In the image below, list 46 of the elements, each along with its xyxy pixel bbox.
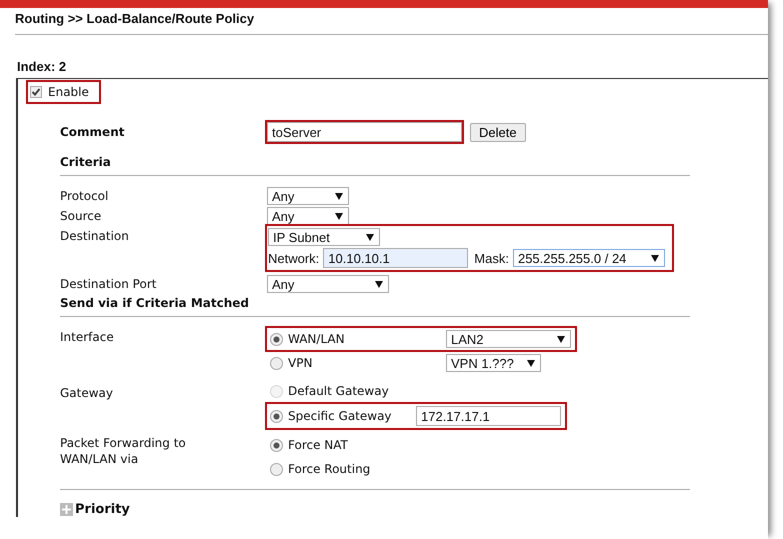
radio-button[interactable]	[270, 332, 283, 346]
field-label: Interface	[60, 329, 115, 345]
field-label: Source	[60, 208, 102, 224]
option-label: Force NAT	[288, 438, 348, 452]
option-label: Default Gateway	[288, 384, 389, 398]
network-label: Network:	[268, 250, 320, 266]
option-label: Specific Gateway	[288, 409, 392, 423]
dropdown[interactable]: IP Subnet	[268, 228, 380, 246]
page-title: Routing >> Load-Balance/Route Policy	[15, 8, 768, 35]
dropdown[interactable]: Any	[267, 275, 389, 293]
field-label: Protocol	[60, 188, 110, 204]
delete-button[interactable]: Delete	[470, 122, 526, 142]
option-label: WAN/LAN	[288, 332, 345, 346]
field-label: Destination Port	[60, 276, 158, 292]
section-heading: Send via if Criteria Matched	[60, 294, 690, 317]
dropdown[interactable]: LAN2	[446, 330, 571, 348]
caret-icon	[335, 212, 343, 220]
index-label: Index: 2	[17, 59, 68, 74]
checkbox[interactable]	[30, 86, 42, 98]
caret-icon	[527, 360, 535, 366]
comment-field[interactable]: toServer	[267, 122, 462, 142]
section-heading: Criteria	[60, 146, 690, 176]
field-label: Destination	[60, 228, 130, 244]
caret-icon	[650, 254, 659, 262]
radio-button[interactable]	[270, 438, 283, 452]
dropdown[interactable]: VPN 1.???	[446, 354, 541, 372]
enable-label: Enable	[48, 85, 89, 99]
gateway-field[interactable]: 172.17.17.1	[416, 406, 561, 426]
field-label: Packet Forwarding to WAN/LAN via	[60, 435, 187, 467]
caret-icon	[335, 192, 343, 200]
dropdown[interactable]: 255.255.255.0 / 24	[512, 249, 665, 267]
mask-label: Mask:	[474, 250, 509, 266]
caret-icon	[375, 280, 383, 288]
caret-icon	[366, 234, 374, 240]
field-label: Comment	[60, 124, 126, 140]
field-label: Gateway	[60, 385, 114, 401]
radio-button[interactable]	[270, 462, 283, 476]
option-label: Force Routing	[288, 462, 370, 476]
option-label: VPN	[288, 356, 312, 370]
radio-button[interactable]	[270, 356, 283, 370]
dropdown[interactable]: Any	[267, 187, 349, 205]
network-field[interactable]: 10.10.10.1	[323, 248, 468, 268]
radio-button[interactable]	[270, 410, 283, 422]
dropdown[interactable]: Any	[267, 207, 349, 225]
priority-label[interactable]: Priority	[75, 502, 130, 517]
caret-icon	[557, 336, 565, 342]
